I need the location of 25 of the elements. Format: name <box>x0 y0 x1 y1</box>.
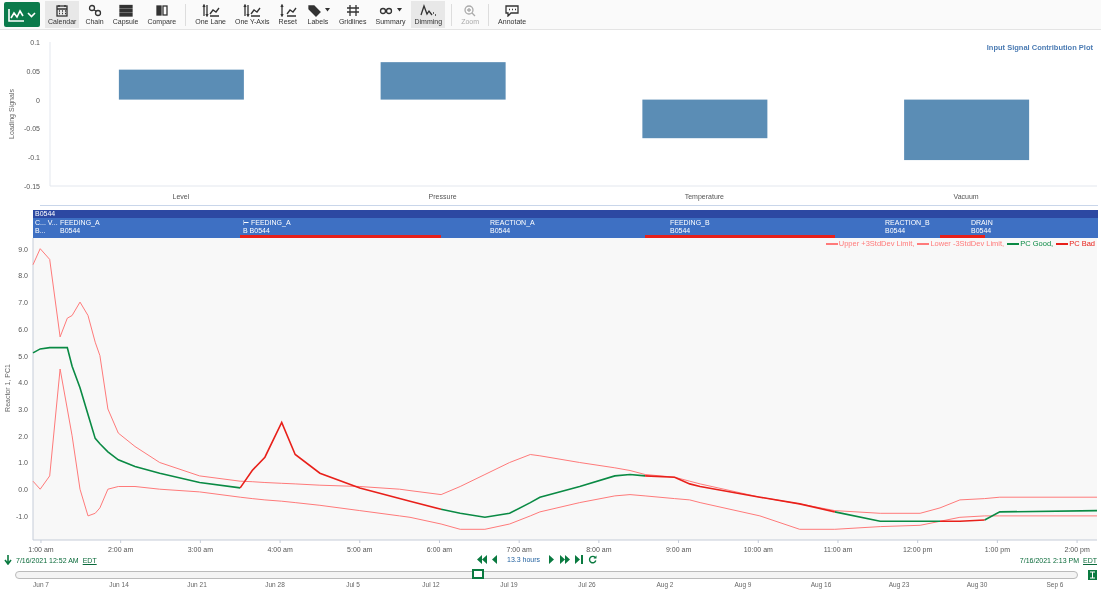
fast-forward-icon[interactable] <box>560 555 571 564</box>
skip-to-end-icon[interactable] <box>575 555 584 564</box>
app-menu-button[interactable] <box>4 2 40 27</box>
speech-bubble-icon <box>503 3 522 17</box>
down-arrow-icon[interactable] <box>4 555 12 565</box>
step-forward-icon[interactable] <box>549 555 556 564</box>
rewind-icon[interactable] <box>477 555 487 564</box>
legend-line-icon <box>825 241 838 246</box>
caret-icon <box>324 8 330 12</box>
axis-icon <box>243 3 262 17</box>
stack-icon <box>116 3 135 17</box>
chart-icon <box>7 6 37 23</box>
timeline-handle[interactable] <box>471 569 484 579</box>
refresh-icon[interactable] <box>588 555 598 564</box>
reset-icon <box>278 3 297 17</box>
expand-icon[interactable] <box>1088 570 1097 580</box>
legend-line-icon <box>1007 241 1020 246</box>
bad-condition-bar <box>940 235 985 238</box>
legend-line-icon <box>1056 241 1069 246</box>
dimming-icon <box>419 3 438 17</box>
step-back-icon[interactable] <box>492 555 498 564</box>
lanes-icon <box>201 3 220 17</box>
legend-line-icon <box>917 241 930 246</box>
timeline-track[interactable] <box>15 571 1078 579</box>
caret-icon <box>397 8 403 12</box>
